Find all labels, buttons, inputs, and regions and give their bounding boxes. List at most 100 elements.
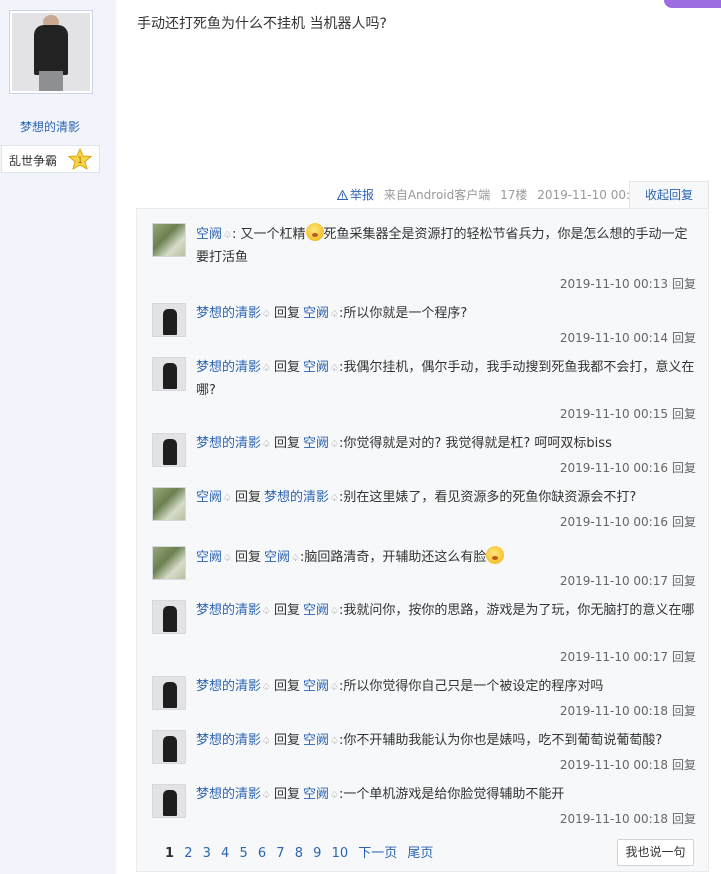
reply-footer: 2019-11-10 00:18 回复 bbox=[560, 702, 696, 719]
reply-segment: :所以你觉得你自己只是一个被设定的程序对吗 bbox=[338, 679, 604, 694]
warning-icon bbox=[336, 189, 349, 200]
reply-username[interactable]: 梦想的清影 bbox=[196, 733, 261, 748]
reply-avatar[interactable] bbox=[152, 487, 186, 521]
reply-target-user[interactable]: 空阙 bbox=[264, 550, 290, 565]
reply-text: 空阙♤ 回复 空阙♤:脑回路清奇，开辅助还这么有脸 bbox=[196, 546, 696, 570]
user-badge-icon: ♤ bbox=[262, 606, 271, 617]
page-6[interactable]: 6 bbox=[258, 846, 266, 861]
user-badge-icon: ♤ bbox=[330, 363, 339, 374]
user-badge-icon: ♤ bbox=[262, 790, 271, 801]
reply-footer: 2019-11-10 00:17 回复 bbox=[560, 648, 696, 665]
user-badge-icon: ♤ bbox=[262, 309, 271, 320]
reply-keyword: 回复 bbox=[273, 787, 300, 802]
reply-time: 2019-11-10 00:16 bbox=[559, 461, 668, 475]
report-link[interactable]: 举报 bbox=[336, 188, 375, 202]
reply-button[interactable]: 回复 bbox=[672, 758, 696, 772]
reply-keyword: 回复 bbox=[273, 306, 300, 321]
reply-text: 梦想的清影♤ 回复 空阙♤:所以你就是一个程序? bbox=[196, 303, 696, 326]
page-8[interactable]: 8 bbox=[295, 846, 303, 861]
reply-avatar[interactable] bbox=[152, 223, 186, 257]
reply-username[interactable]: 梦想的清影 bbox=[196, 306, 261, 321]
level-badge[interactable]: 乱世争霸 1 bbox=[1, 145, 100, 173]
avatar-legs bbox=[39, 71, 63, 91]
user-badge-icon: ♤ bbox=[223, 230, 232, 241]
reply-avatar[interactable] bbox=[152, 433, 186, 467]
reply-footer: 2019-11-10 00:18 回复 bbox=[560, 756, 696, 773]
avatar-photo bbox=[12, 13, 90, 91]
reply-username[interactable]: 梦想的清影 bbox=[196, 436, 261, 451]
page-4[interactable]: 4 bbox=[221, 846, 229, 861]
author-name-link[interactable]: 梦想的清影 bbox=[0, 118, 100, 135]
reply-target-user[interactable]: 梦想的清影 bbox=[264, 490, 329, 505]
reply-keyword: 回复 bbox=[273, 603, 300, 618]
reply-segment: :一个单机游戏是给你脸觉得辅助不能开 bbox=[338, 787, 565, 802]
user-badge-icon: ♤ bbox=[330, 682, 339, 693]
user-badge-icon: ♤ bbox=[291, 553, 300, 564]
reply-button[interactable]: 回复 bbox=[672, 277, 696, 291]
page-3[interactable]: 3 bbox=[203, 846, 211, 861]
reply-button[interactable]: 回复 bbox=[672, 704, 696, 718]
reply-avatar[interactable] bbox=[152, 546, 186, 580]
user-badge-icon: ♤ bbox=[330, 790, 339, 801]
reply-avatar[interactable] bbox=[152, 784, 186, 818]
reply-time: 2019-11-10 00:17 bbox=[559, 574, 668, 588]
user-badge-icon: ♤ bbox=[330, 439, 339, 450]
next-page-link[interactable]: 下一页 bbox=[358, 846, 397, 861]
reply-footer: 2019-11-10 00:17 回复 bbox=[560, 572, 696, 589]
reply-button[interactable]: 回复 bbox=[672, 461, 696, 475]
reply-keyword: 回复 bbox=[234, 550, 261, 565]
pagination: 1 2 3 4 5 6 7 8 9 10 下一页 尾页 bbox=[165, 842, 439, 861]
reply-avatar[interactable] bbox=[152, 730, 186, 764]
reply-segment: :我就问你，按你的思路，游戏是为了玩，你无脑打的意义在哪 bbox=[338, 603, 695, 618]
reply-target-user[interactable]: 空阙 bbox=[303, 436, 329, 451]
level-star-icon: 1 bbox=[68, 148, 92, 170]
reply-username[interactable]: 梦想的清影 bbox=[196, 679, 261, 694]
reply-footer: 2019-11-10 00:15 回复 bbox=[560, 405, 696, 422]
page-5[interactable]: 5 bbox=[239, 846, 247, 861]
reply-segment: :脑回路清奇，开辅助还这么有脸 bbox=[299, 550, 487, 565]
reply-keyword: 回复 bbox=[273, 679, 300, 694]
reply-segment: : 又一个杠精 bbox=[231, 227, 306, 242]
page-7[interactable]: 7 bbox=[276, 846, 284, 861]
reply-username[interactable]: 梦想的清影 bbox=[196, 603, 261, 618]
reply-username[interactable]: 梦想的清影 bbox=[196, 787, 261, 802]
reply-time: 2019-11-10 00:16 bbox=[559, 515, 668, 529]
reply-button[interactable]: 回复 bbox=[672, 407, 696, 421]
reply-username[interactable]: 空阙 bbox=[196, 227, 222, 242]
emoji-icon bbox=[486, 546, 505, 564]
page-9[interactable]: 9 bbox=[313, 846, 321, 861]
reply-target-user[interactable]: 空阙 bbox=[303, 306, 329, 321]
post-meta: 举报 来自Android客户端 17楼 2019-11-10 00:02 bbox=[336, 186, 651, 203]
reply-button[interactable]: 回复 bbox=[672, 515, 696, 529]
reply-button[interactable]: 回复 bbox=[672, 812, 696, 826]
page-10[interactable]: 10 bbox=[332, 846, 349, 861]
reply-avatar[interactable] bbox=[152, 303, 186, 337]
reply-button[interactable]: 回复 bbox=[672, 650, 696, 664]
say-something-button[interactable]: 我也说一句 bbox=[617, 839, 694, 866]
reply-target-user[interactable]: 空阙 bbox=[303, 679, 329, 694]
reply-username[interactable]: 空阙 bbox=[196, 490, 222, 505]
reply-target-user[interactable]: 空阙 bbox=[303, 733, 329, 748]
collapse-replies-button[interactable]: 收起回复 bbox=[629, 181, 709, 209]
page-2[interactable]: 2 bbox=[184, 846, 192, 861]
reply-avatar[interactable] bbox=[152, 357, 186, 391]
reply-footer: 2019-11-10 00:14 回复 bbox=[560, 329, 696, 346]
reply-button[interactable]: 回复 bbox=[672, 574, 696, 588]
report-label: 举报 bbox=[350, 188, 375, 202]
reply-target-user[interactable]: 空阙 bbox=[303, 787, 329, 802]
reply-username[interactable]: 梦想的清影 bbox=[196, 360, 261, 375]
reply-target-user[interactable]: 空阙 bbox=[303, 603, 329, 618]
last-page-link[interactable]: 尾页 bbox=[407, 846, 433, 861]
reply-avatar[interactable] bbox=[152, 676, 186, 710]
reply-text: 梦想的清影♤ 回复 空阙♤:所以你觉得你自己只是一个被设定的程序对吗 bbox=[196, 676, 696, 699]
reply-button[interactable]: 回复 bbox=[672, 331, 696, 345]
reply-time: 2019-11-10 00:18 bbox=[559, 704, 668, 718]
reply-text: 梦想的清影♤ 回复 空阙♤:我偶尔挂机，偶尔手动，我手动搜到死鱼我都不会打，意义在哪… bbox=[196, 357, 696, 402]
reply-target-user[interactable]: 空阙 bbox=[303, 360, 329, 375]
author-avatar[interactable] bbox=[9, 10, 93, 94]
page-1[interactable]: 1 bbox=[165, 846, 174, 861]
reply-footer: 2019-11-10 00:13 回复 bbox=[560, 275, 696, 292]
user-badge-icon: ♤ bbox=[330, 606, 339, 617]
reply-username[interactable]: 空阙 bbox=[196, 550, 222, 565]
reply-avatar[interactable] bbox=[152, 600, 186, 634]
